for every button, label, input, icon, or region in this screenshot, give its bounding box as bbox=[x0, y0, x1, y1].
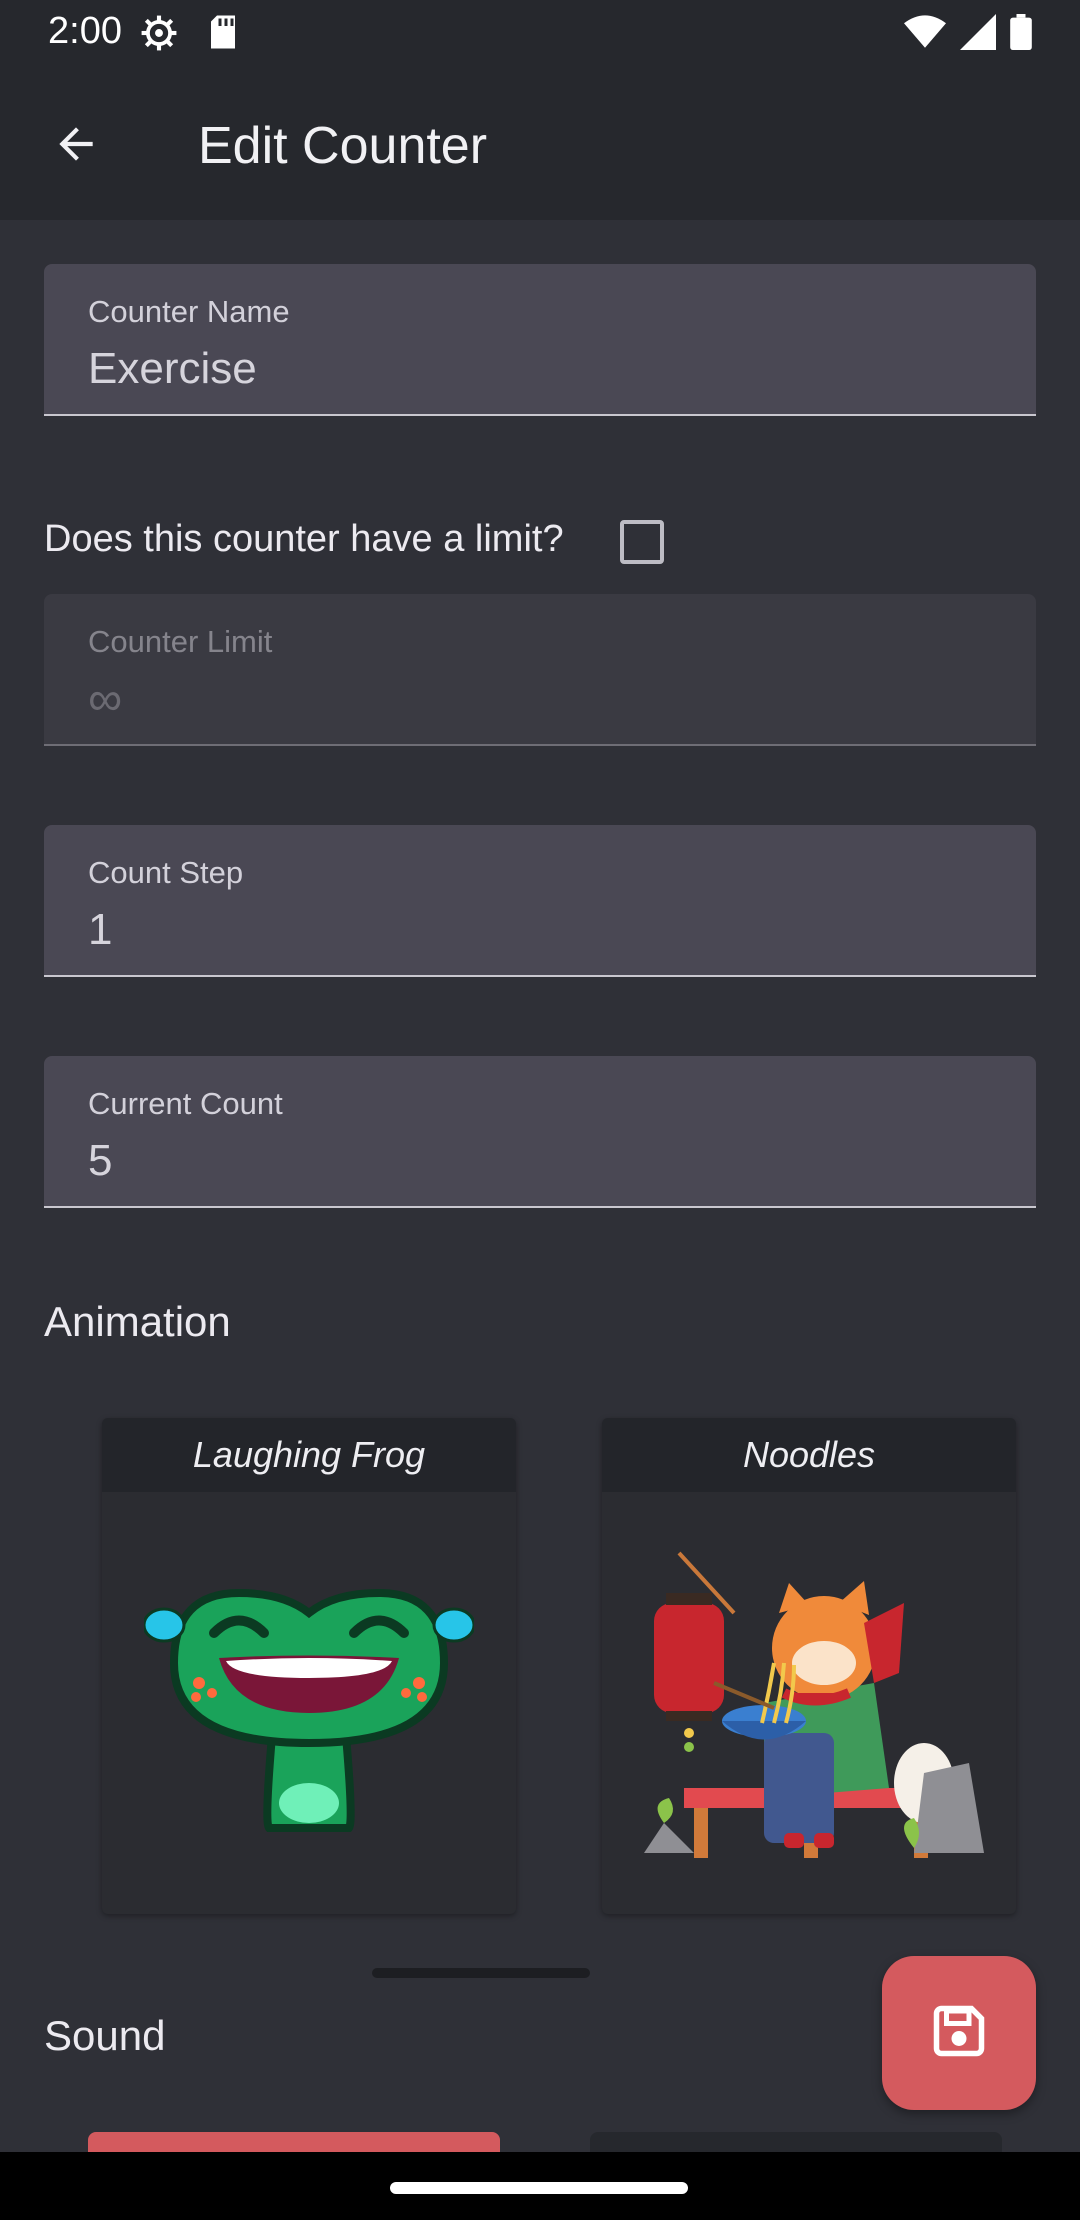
animation-section-title: Animation bbox=[44, 1298, 231, 1345]
counter-name-label: Counter Name bbox=[88, 294, 290, 329]
sound-option-card[interactable] bbox=[590, 2132, 1002, 2152]
sd-card-icon bbox=[208, 14, 238, 55]
laughing-frog-icon bbox=[102, 1492, 516, 1914]
limit-row: Does this counter have a limit? bbox=[44, 518, 564, 561]
status-time: 2:00 bbox=[48, 10, 122, 52]
count-step-field[interactable]: Count Step 1 bbox=[44, 825, 1036, 977]
counter-limit-input: ∞ bbox=[88, 673, 123, 726]
limit-checkbox[interactable] bbox=[620, 520, 664, 564]
arrow-back-icon bbox=[51, 119, 101, 174]
counter-name-input[interactable]: Exercise bbox=[88, 344, 257, 394]
page-title: Edit Counter bbox=[198, 117, 488, 175]
shiba-eating-noodles-icon bbox=[602, 1492, 1016, 1914]
current-count-field[interactable]: Current Count 5 bbox=[44, 1056, 1036, 1208]
counter-name-field[interactable]: Counter Name Exercise bbox=[44, 264, 1036, 416]
battery-icon bbox=[1010, 14, 1032, 55]
count-step-label: Count Step bbox=[88, 855, 244, 890]
settings-gear-icon bbox=[140, 14, 178, 57]
sound-section-title: Sound bbox=[44, 2012, 166, 2059]
animation-option-label: Noodles bbox=[602, 1418, 1016, 1492]
signal-icon bbox=[960, 14, 996, 55]
count-step-input[interactable]: 1 bbox=[88, 905, 112, 955]
animation-option-laughing-frog[interactable]: Laughing Frog bbox=[102, 1418, 516, 1914]
save-icon bbox=[929, 2001, 989, 2066]
counter-limit-field: Counter Limit ∞ bbox=[44, 594, 1036, 746]
sound-option-card[interactable] bbox=[88, 2132, 500, 2152]
limit-question-label: Does this counter have a limit? bbox=[44, 518, 564, 560]
current-count-label: Current Count bbox=[88, 1086, 283, 1121]
save-button[interactable] bbox=[882, 1956, 1036, 2110]
status-bar: 2:00 bbox=[0, 0, 1080, 66]
wifi-icon bbox=[904, 14, 946, 55]
animation-option-label: Laughing Frog bbox=[102, 1418, 516, 1492]
home-gesture-handle[interactable] bbox=[390, 2182, 688, 2194]
animation-option-noodles[interactable]: Noodles bbox=[602, 1418, 1016, 1914]
back-button[interactable] bbox=[44, 114, 108, 178]
current-count-input[interactable]: 5 bbox=[88, 1136, 112, 1186]
app-bar: Edit Counter bbox=[0, 66, 1080, 220]
carousel-scroll-indicator[interactable] bbox=[372, 1968, 590, 1978]
counter-limit-label: Counter Limit bbox=[88, 624, 273, 659]
